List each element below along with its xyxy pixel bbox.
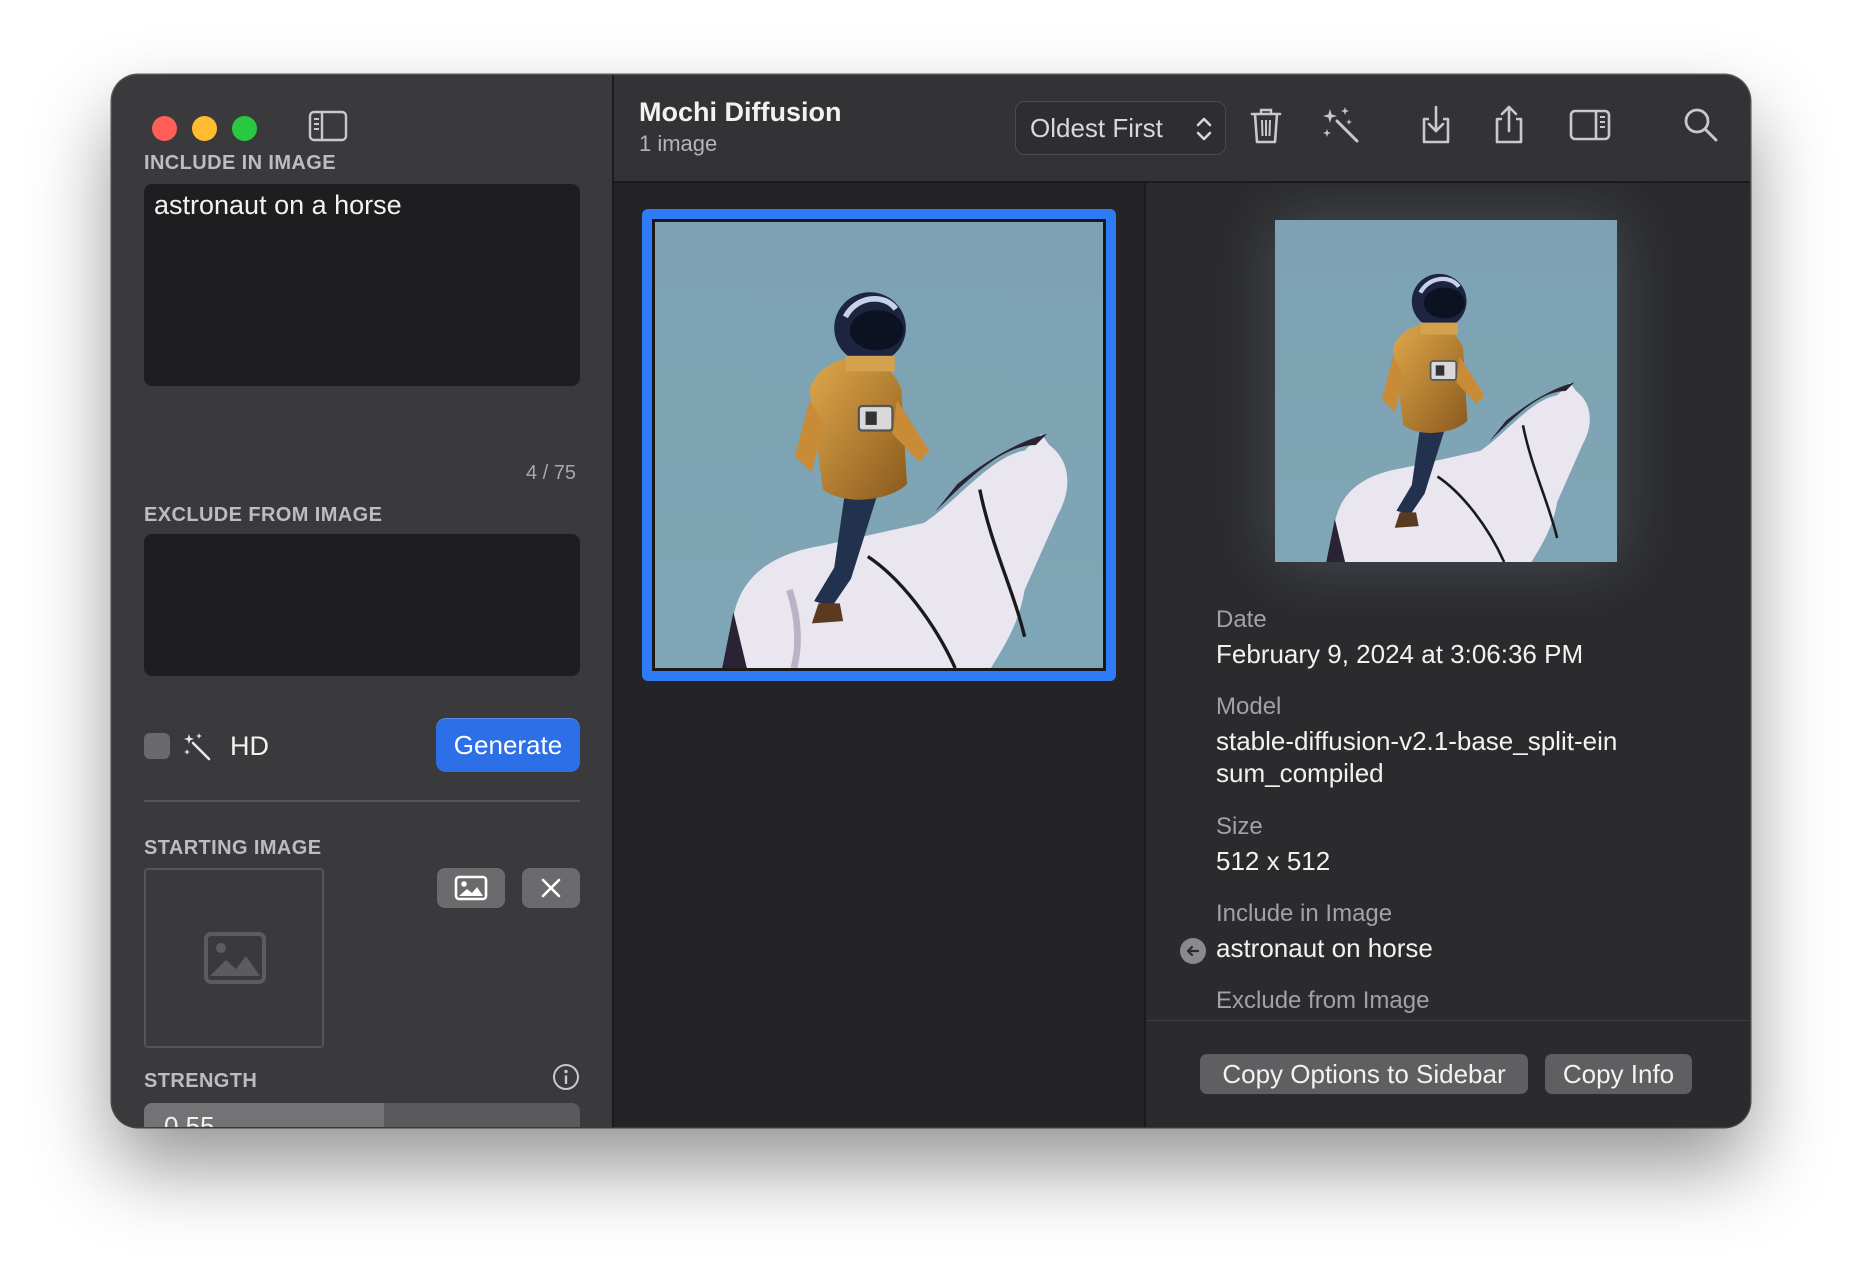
toolbar: Mochi Diffusion 1 image Oldest First: [614, 75, 1750, 183]
model-field: Model stable-diffusion-v2.1-base_split-e…: [1216, 693, 1626, 789]
starting-image-well[interactable]: [144, 868, 324, 1048]
strength-slider[interactable]: 0.55: [144, 1103, 580, 1127]
sidebar: INCLUDE IN IMAGE astronaut on a horse 4 …: [112, 75, 614, 1127]
image-placeholder-icon: [204, 932, 266, 984]
exclude-section-label: EXCLUDE FROM IMAGE: [144, 504, 383, 526]
sidebar-toggle-icon[interactable]: [308, 109, 348, 143]
trash-icon[interactable]: [1244, 103, 1288, 147]
gallery-image-thumbnail[interactable]: [642, 209, 1116, 681]
exclude-prompt-input[interactable]: [144, 534, 580, 676]
exclude-field: Exclude from Image: [1216, 987, 1429, 1015]
exclude-label: Exclude from Image: [1216, 987, 1430, 1014]
date-value: February 9, 2024 at 3:06:36 PM: [1216, 639, 1584, 669]
info-icon[interactable]: [552, 1063, 580, 1091]
magic-wand-icon[interactable]: [1319, 103, 1363, 147]
image-gallery: [614, 183, 1146, 1127]
choose-image-button[interactable]: [437, 868, 505, 908]
inspector-toggle-icon[interactable]: [1568, 103, 1612, 147]
close-window-button[interactable]: [152, 116, 177, 141]
generate-button[interactable]: Generate: [436, 718, 580, 772]
astronaut-horse-image: [655, 222, 1103, 668]
minimize-window-button[interactable]: [192, 116, 217, 141]
import-icon[interactable]: [1414, 103, 1458, 147]
strength-value: 0.55: [164, 1111, 215, 1127]
sidebar-divider: [144, 800, 580, 802]
photo-icon: [454, 875, 488, 901]
clear-image-button[interactable]: [522, 868, 580, 908]
include-prompt-input[interactable]: astronaut on a horse: [144, 184, 580, 386]
copy-options-to-sidebar-button[interactable]: Copy Options to Sidebar: [1200, 1054, 1528, 1094]
hd-checkbox[interactable]: [144, 733, 170, 759]
model-value: stable-diffusion-v2.1-base_split-einsum_…: [1216, 726, 1618, 788]
starting-image-label: STARTING IMAGE: [144, 837, 322, 859]
app-title: Mochi Diffusion: [639, 97, 842, 127]
size-field: Size 512 x 512: [1216, 813, 1656, 877]
share-icon[interactable]: [1487, 103, 1531, 147]
include-section-label: INCLUDE IN IMAGE: [144, 152, 336, 174]
include-value: astronaut on horse: [1216, 933, 1433, 963]
copy-include-arrow-icon[interactable]: [1180, 938, 1206, 964]
chevron-updown-icon: [1196, 117, 1212, 141]
copy-info-button[interactable]: Copy Info: [1545, 1054, 1692, 1094]
date-field: Date February 9, 2024 at 3:06:36 PM: [1216, 606, 1656, 670]
app-window: INCLUDE IN IMAGE astronaut on a horse 4 …: [112, 75, 1750, 1127]
include-label: Include in Image: [1216, 900, 1393, 927]
astronaut-horse-preview: [1275, 220, 1617, 562]
close-icon: [541, 878, 561, 898]
strength-label: STRENGTH: [144, 1070, 258, 1092]
include-field: Include in Image astronaut on horse: [1180, 900, 1656, 964]
sort-order-value: Oldest First: [1030, 112, 1163, 143]
size-label: Size: [1216, 813, 1263, 840]
hd-label: HD: [230, 731, 269, 761]
image-count: 1 image: [639, 131, 718, 156]
magic-wand-icon: [182, 731, 212, 761]
inspector-panel: Date February 9, 2024 at 3:06:36 PM Mode…: [1146, 183, 1750, 1127]
search-icon[interactable]: [1679, 103, 1723, 147]
inspector-footer: Copy Options to Sidebar Copy Info: [1146, 1020, 1750, 1127]
inspector-image-preview: [1275, 220, 1617, 562]
size-value: 512 x 512: [1216, 846, 1331, 876]
sort-order-select[interactable]: Oldest First: [1015, 101, 1226, 155]
model-label: Model: [1216, 693, 1282, 720]
include-char-counter: 4 / 75: [525, 462, 576, 484]
zoom-window-button[interactable]: [232, 116, 257, 141]
date-label: Date: [1216, 606, 1267, 633]
